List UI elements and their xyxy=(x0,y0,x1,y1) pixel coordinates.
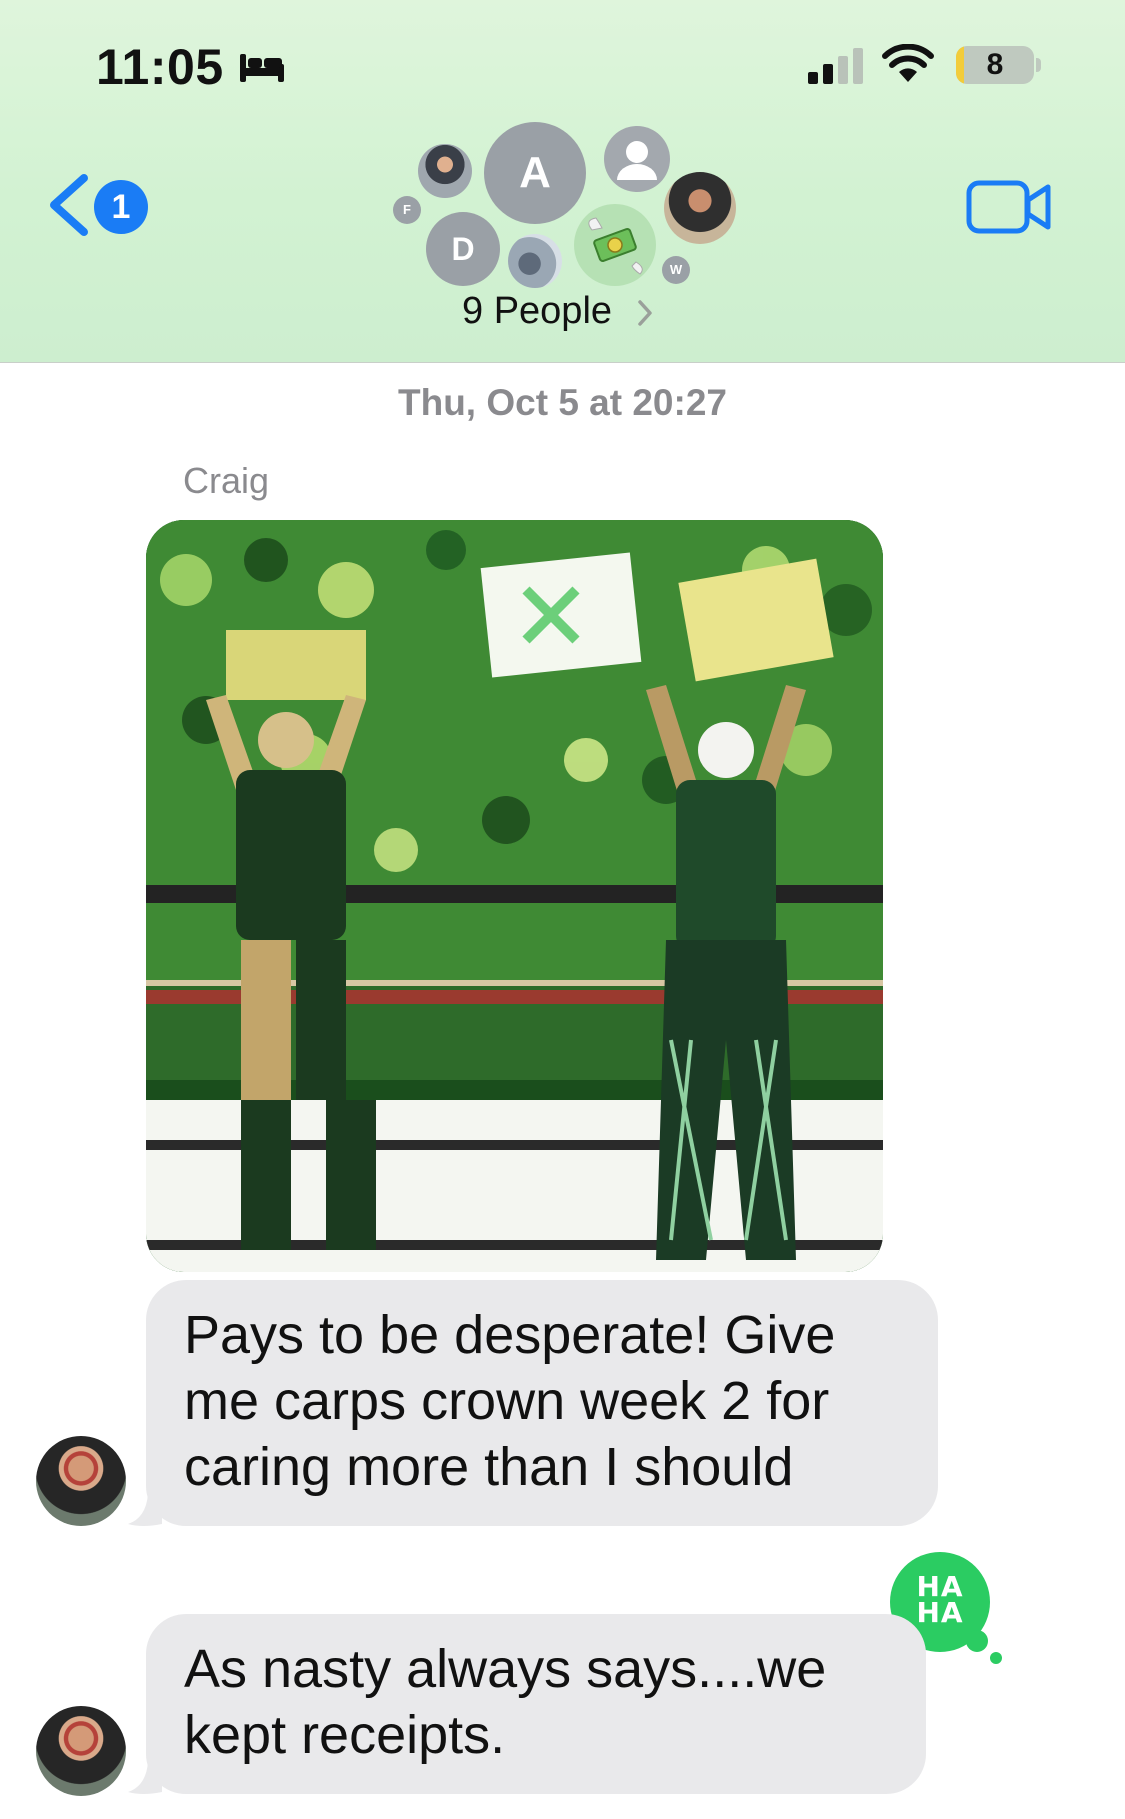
person-icon xyxy=(617,141,657,180)
message-text: Pays to be desperate! Give me carps crow… xyxy=(184,1305,836,1497)
money-with-wings-icon xyxy=(588,217,643,275)
message-timestamp: Thu, Oct 5 at 20:27 xyxy=(398,382,727,423)
cellular-signal-icon xyxy=(808,48,863,84)
member-avatar-photo[interactable] xyxy=(418,144,472,198)
sender-avatar[interactable] xyxy=(36,1436,126,1526)
battery-percent: 8 xyxy=(986,48,1004,81)
facetime-video-icon[interactable] xyxy=(966,178,1052,236)
member-avatar-w[interactable]: W xyxy=(662,256,690,284)
conversation-title[interactable]: 9 People xyxy=(462,290,612,333)
conversation-header: 11:05 8 1 A F D W 9 People xyxy=(0,0,1125,363)
member-avatar-f[interactable]: F xyxy=(393,196,421,224)
wrestling-gif-image xyxy=(146,520,883,1272)
sender-name: Craig xyxy=(183,460,270,501)
battery-indicator: 8 xyxy=(956,46,1034,84)
member-avatar-a[interactable]: A xyxy=(484,122,586,224)
tapback-label: HA HA xyxy=(916,1570,964,1629)
tapback-tail xyxy=(966,1630,988,1652)
bubble-tail xyxy=(128,1494,162,1526)
sender-avatar[interactable] xyxy=(36,1706,126,1796)
unread-count-badge[interactable]: 1 xyxy=(94,180,148,234)
gif-attachment[interactable] xyxy=(146,520,883,1272)
battery-nub xyxy=(1036,58,1041,72)
member-avatar-d[interactable]: D xyxy=(426,212,500,286)
bubble-tail xyxy=(128,1762,162,1794)
member-avatar-money[interactable] xyxy=(574,204,656,286)
member-avatar-group-photo[interactable] xyxy=(508,234,562,288)
chevron-right-icon[interactable] xyxy=(636,298,654,328)
message-bubble[interactable]: Pays to be desperate! Give me carps crow… xyxy=(146,1280,938,1526)
back-chevron-icon[interactable] xyxy=(46,172,90,238)
member-avatar-placeholder[interactable] xyxy=(604,126,670,192)
member-avatar-craig[interactable] xyxy=(664,172,736,244)
tapback-tail-dot xyxy=(990,1652,1002,1664)
message-text: As nasty always says....we kept receipts… xyxy=(184,1639,827,1765)
status-time: 11:05 xyxy=(96,39,224,95)
message-bubble[interactable]: As nasty always says....we kept receipts… xyxy=(146,1614,926,1794)
wifi-icon xyxy=(882,44,934,82)
sleep-focus-icon xyxy=(240,54,284,82)
